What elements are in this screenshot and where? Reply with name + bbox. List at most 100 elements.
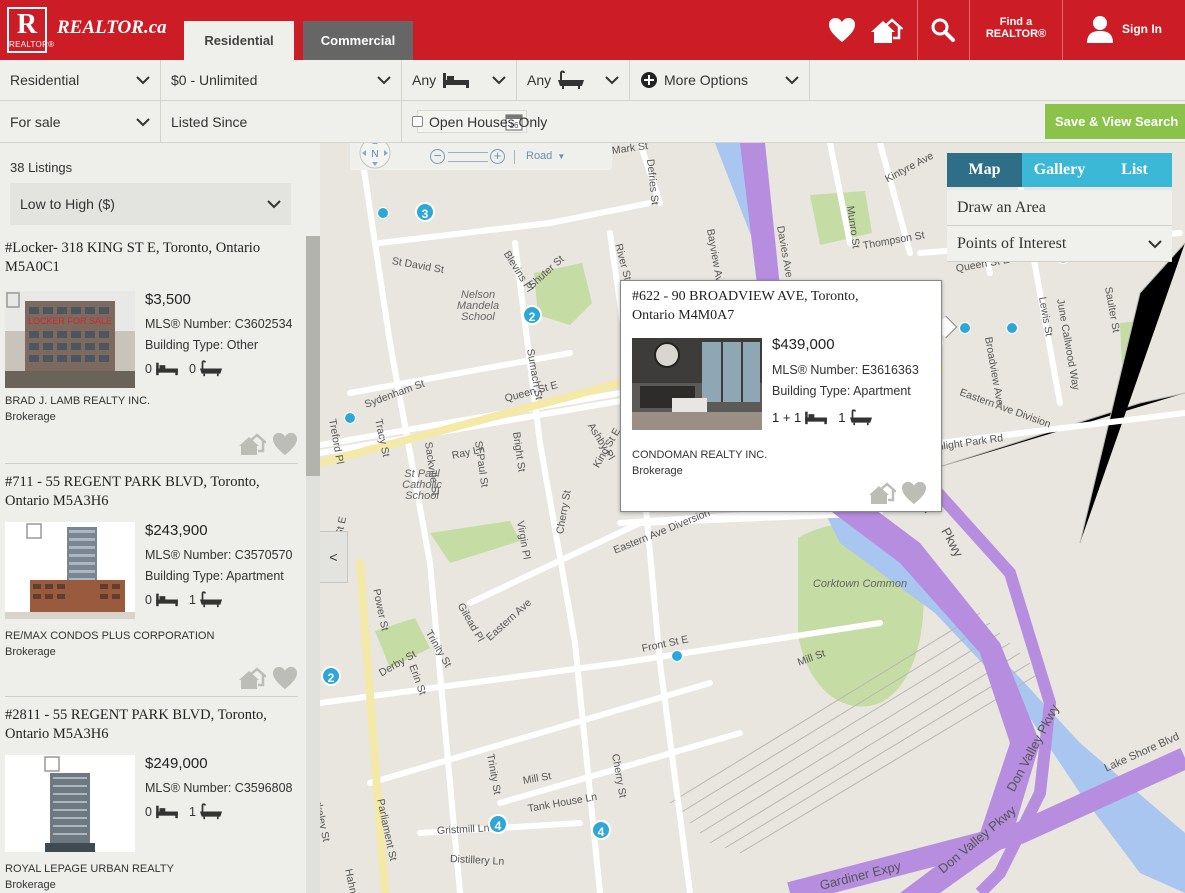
tab-gallery[interactable]: Gallery	[1022, 153, 1097, 187]
open-houses-checkbox[interactable]	[412, 116, 423, 127]
bed-icon	[805, 411, 828, 425]
chevron-down-icon	[136, 117, 150, 126]
listing-marker[interactable]	[959, 322, 971, 334]
open-houses-toggle[interactable]: Open Houses Only	[402, 101, 632, 142]
find-a-realtor-link[interactable]: Find a REALTOR®	[978, 16, 1054, 40]
property-type-dropdown[interactable]: Residential	[0, 60, 161, 100]
listing-address[interactable]: #711 - 55 REGENT PARK BLVD, Toronto, Ont…	[5, 473, 300, 511]
filter-row-secondary: For sale Listed Since 16 Open Houses Onl…	[0, 101, 1185, 143]
transaction-type-value: For sale	[10, 113, 61, 130]
listing-price: $249,000	[145, 755, 208, 772]
listing-info: $249,000 MLS® Number: C3596808 0 1	[145, 755, 292, 820]
search-icon[interactable]	[918, 0, 968, 60]
favorite-heart-icon[interactable]	[272, 432, 298, 456]
listing-photo[interactable]	[5, 755, 135, 852]
transaction-type-dropdown[interactable]: For sale	[0, 101, 161, 142]
listing-building-type: Building Type: Apartment	[145, 569, 284, 583]
zoom-in-button[interactable]: +	[490, 149, 505, 164]
listing-photo[interactable]: LOCKER FOR SALE	[5, 291, 135, 388]
points-of-interest-dropdown[interactable]: Points of Interest	[947, 226, 1172, 262]
collapse-panel-button[interactable]: <	[320, 531, 348, 583]
map-type-dropdown[interactable]: Road ▼	[526, 150, 565, 162]
draw-an-area-label: Draw an Area	[957, 199, 1046, 216]
listing-mls-number: MLS® Number: C3602534	[145, 317, 293, 331]
listing-card[interactable]: #711 - 55 REGENT PARK BLVD, Toronto, Ont…	[5, 473, 300, 690]
points-of-interest-label: Points of Interest	[957, 235, 1067, 252]
listing-address[interactable]: #2811 - 55 REGENT PARK BLVD, Toronto, On…	[5, 706, 300, 744]
open-houses-label: Open Houses Only	[429, 113, 548, 130]
chevron-down-icon	[267, 200, 281, 209]
scrollbar-thumb[interactable]	[306, 236, 320, 476]
price-range-dropdown[interactable]: $0 - Unlimited	[161, 60, 402, 100]
realtor-logo[interactable]: R REALTOR®	[7, 7, 54, 53]
find-realtor-line2: REALTOR®	[985, 28, 1047, 40]
bathrooms-dropdown[interactable]: Any	[517, 60, 630, 100]
poi-label: Nelson Mandela School	[456, 289, 500, 323]
bed-icon	[443, 73, 470, 88]
listing-cluster-marker[interactable]: 2	[321, 666, 341, 686]
popup-price: $439,000	[772, 336, 835, 353]
listing-address[interactable]: #Locker- 318 KING ST E, Toronto, Ontario…	[5, 239, 300, 277]
compass-icon[interactable]: N	[352, 143, 398, 171]
listing-cluster-marker[interactable]: 4	[488, 814, 508, 834]
price-range-value: $0 - Unlimited	[171, 72, 258, 88]
popup-address[interactable]: #622 - 90 BROADVIEW AVE, Toronto, Ontari…	[632, 287, 892, 325]
bathtub-icon	[199, 591, 222, 608]
listing-marker[interactable]	[344, 412, 356, 424]
listing-cluster-marker[interactable]: 3	[415, 202, 435, 222]
listing-marker[interactable]	[1006, 322, 1018, 334]
sort-order-dropdown[interactable]: Low to High ($)	[10, 183, 291, 225]
listing-scrollbar[interactable]	[306, 236, 320, 893]
caret-down-icon: ▼	[557, 152, 566, 161]
listing-card[interactable]: #Locker- 318 KING ST E, Toronto, Ontario…	[5, 239, 300, 456]
favorite-heart-icon[interactable]	[272, 666, 298, 690]
listing-cluster-marker[interactable]: 2	[522, 305, 542, 325]
bed-icon	[156, 805, 178, 819]
tab-map[interactable]: Map	[947, 153, 1022, 187]
nav-separator	[1062, 0, 1063, 60]
popup-brokerage: CONDOMAN REALTY INC. Brokerage	[632, 447, 767, 479]
favorite-heart-icon[interactable]	[901, 481, 927, 505]
saved-homes-icon[interactable]	[864, 0, 908, 60]
favorites-heart-icon[interactable]	[820, 0, 864, 60]
save-home-icon[interactable]	[868, 481, 896, 505]
bedrooms-dropdown[interactable]: Any	[402, 60, 517, 100]
save-and-view-search-button[interactable]: Save & View Search	[1045, 104, 1185, 139]
tab-commercial[interactable]: Commercial	[303, 21, 413, 60]
brokerage-name: BRAD J. LAMB REALTY INC.	[5, 395, 151, 407]
chevron-down-icon	[605, 76, 619, 85]
listing-marker[interactable]	[377, 207, 389, 219]
zoom-slider[interactable]	[448, 152, 488, 162]
save-home-icon[interactable]	[238, 666, 266, 690]
chevron-down-icon	[785, 76, 799, 85]
zoom-out-button[interactable]: −	[430, 149, 445, 164]
save-home-icon[interactable]	[238, 432, 266, 456]
map-tools-menu: Draw an Area Points of Interest	[947, 190, 1172, 262]
listing-results-panel: 38 Listings Low to High ($) #Locker- 318…	[0, 143, 320, 893]
zoom-in-label: +	[493, 148, 502, 163]
bathrooms-value: Any	[527, 72, 552, 88]
listing-card[interactable]: #2811 - 55 REGENT PARK BLVD, Toronto, On…	[5, 706, 300, 891]
listing-price: $243,900	[145, 522, 208, 539]
brokerage-type: Brokerage	[5, 879, 56, 891]
brokerage-type: Brokerage	[5, 411, 56, 423]
tab-list[interactable]: List	[1097, 153, 1172, 187]
brokerage-type: Brokerage	[5, 646, 56, 658]
listings-map[interactable]: Mark St Defries St St David St Blevins P…	[320, 143, 1185, 893]
sign-in-button[interactable]: Sign In	[1086, 15, 1162, 43]
listing-photo[interactable]	[5, 522, 135, 619]
brokerage-name: CONDOMAN REALTY INC.	[632, 449, 768, 461]
more-options-dropdown[interactable]: More Options	[630, 60, 810, 100]
listing-marker[interactable]	[671, 650, 683, 662]
site-brand[interactable]: REALTOR.ca	[57, 17, 167, 39]
map-controls: N − + Road ▼	[350, 143, 612, 170]
bathtub-icon	[849, 409, 872, 426]
view-mode-tabs: Map Gallery List	[947, 153, 1172, 187]
bed-count: 0	[145, 361, 152, 376]
bed-count: 0	[145, 804, 152, 819]
popup-photo[interactable]	[632, 338, 762, 430]
draw-an-area-button[interactable]: Draw an Area	[947, 190, 1172, 226]
tab-residential[interactable]: Residential	[184, 21, 294, 60]
popup-mls-number: MLS® Number: E3616363	[772, 363, 919, 377]
listing-cluster-marker[interactable]: 4	[591, 820, 611, 840]
